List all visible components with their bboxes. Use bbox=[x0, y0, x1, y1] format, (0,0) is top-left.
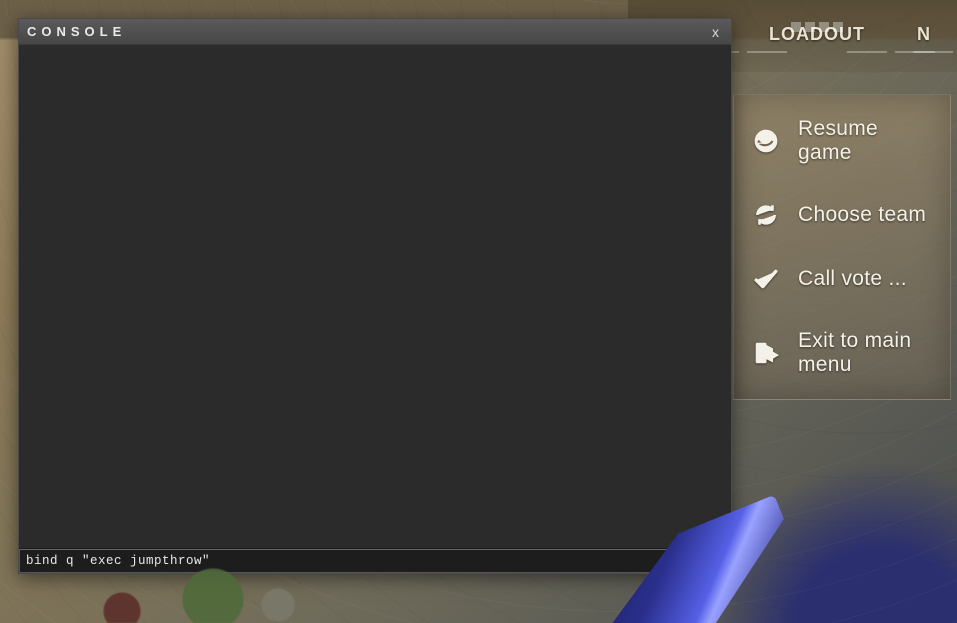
console-header[interactable]: CONSOLE x bbox=[19, 19, 731, 45]
resume-icon bbox=[752, 127, 780, 155]
console-panel: CONSOLE x bbox=[18, 18, 732, 574]
menu-item-label: Call vote ... bbox=[798, 267, 907, 291]
menu-item-label: Exit to main menu bbox=[798, 329, 934, 377]
resume-game-button[interactable]: Resume game bbox=[734, 99, 950, 183]
console-output-area[interactable] bbox=[19, 45, 731, 549]
call-vote-button[interactable]: Call vote ... bbox=[734, 247, 950, 311]
check-icon bbox=[752, 265, 780, 293]
menu-item-label: Choose team bbox=[798, 203, 926, 227]
exit-icon bbox=[752, 339, 780, 367]
background-foliage bbox=[70, 563, 330, 623]
tab-next-partial[interactable]: N bbox=[891, 18, 957, 55]
exit-to-main-menu-button[interactable]: Exit to main menu bbox=[734, 311, 950, 395]
choose-team-button[interactable]: Choose team bbox=[734, 183, 950, 247]
console-title: CONSOLE bbox=[27, 24, 126, 39]
tab-label: N bbox=[917, 24, 931, 44]
close-icon[interactable]: x bbox=[710, 24, 721, 40]
tab-loadout[interactable]: LOADOUT bbox=[743, 18, 891, 55]
menu-item-label: Resume game bbox=[798, 117, 934, 165]
refresh-icon bbox=[752, 201, 780, 229]
pause-menu-panel: Resume game Choose team Call vote ... Ex… bbox=[733, 94, 951, 400]
